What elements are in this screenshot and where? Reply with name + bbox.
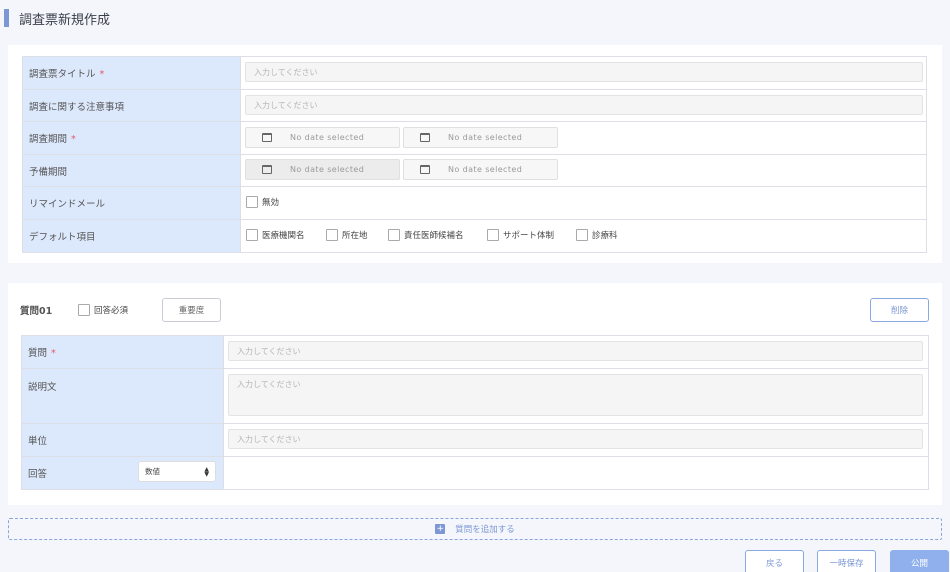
question-card: 質問01 回答必須 重要度 削除 質問 * 説明文 単位 回答 入力してください …	[8, 283, 942, 505]
calendar-icon	[262, 165, 272, 174]
checkbox-icon	[388, 229, 400, 241]
checkbox-icon	[326, 229, 338, 241]
survey-title-input[interactable]: 入力してください	[245, 62, 923, 82]
add-question-button[interactable]: + 質問を追加する	[8, 518, 942, 540]
reserve-end-date[interactable]: No date selected	[403, 159, 558, 180]
save-draft-button[interactable]: 一時保存	[817, 550, 876, 572]
importance-button[interactable]: 重要度	[162, 298, 221, 322]
calendar-icon	[420, 165, 430, 174]
period-start-date[interactable]: No date selected	[245, 127, 400, 148]
description-label: 説明文	[21, 368, 224, 424]
survey-settings-table: 調査票タイトル * 調査に関する注意事項 調査期間 * 予備期間 リマインドメール …	[22, 56, 927, 253]
question-number: 質問01	[20, 306, 53, 317]
checkbox-icon	[246, 229, 258, 241]
question-label: 質問 *	[21, 335, 224, 369]
default-item-checkbox[interactable]: 診療科	[576, 229, 618, 241]
publish-button[interactable]: 公開	[890, 550, 949, 572]
survey-settings-card: 調査票タイトル * 調査に関する注意事項 調査期間 * 予備期間 リマインドメール …	[8, 45, 942, 263]
calendar-icon	[262, 133, 272, 142]
default-item-checkbox[interactable]: サポート体制	[487, 229, 554, 241]
page-title-text: 調査票新規作成	[19, 12, 111, 28]
period-label: 調査期間 *	[22, 121, 241, 155]
default-item-checkbox[interactable]: 所在地	[326, 229, 368, 241]
answer-required-checkbox[interactable]: 回答必須	[78, 304, 128, 316]
unit-label: 単位	[21, 423, 224, 457]
notes-label: 調査に関する注意事項	[22, 89, 241, 122]
survey-notes-input[interactable]: 入力してください	[245, 95, 923, 115]
back-button[interactable]: 戻る	[745, 550, 804, 572]
period-end-date[interactable]: No date selected	[403, 127, 558, 148]
reminder-label: リマインドメール	[22, 186, 241, 220]
answer-type-select[interactable]: 数値 ▲ ▼	[138, 461, 216, 482]
select-arrows-icon: ▲ ▼	[204, 465, 209, 478]
question-input[interactable]: 入力してください	[228, 341, 923, 361]
title-accent-bar	[4, 9, 9, 27]
answer-cell	[223, 456, 929, 490]
checkbox-icon	[576, 229, 588, 241]
unit-input[interactable]: 入力してください	[228, 429, 923, 449]
default-item-checkbox[interactable]: 医療機関名	[246, 229, 305, 241]
title-label: 調査票タイトル *	[22, 56, 241, 90]
defaults-label: デフォルト項目	[22, 219, 241, 253]
reminder-disabled-checkbox[interactable]: 無効	[246, 196, 279, 208]
reserve-start-date[interactable]: No date selected	[245, 159, 400, 180]
reminder-cell	[240, 186, 927, 220]
checkbox-icon	[78, 304, 90, 316]
checkbox-icon	[246, 196, 258, 208]
default-item-checkbox[interactable]: 責任医師候補名	[388, 229, 464, 241]
reserve-period-label: 予備期間	[22, 154, 241, 187]
checkbox-icon	[487, 229, 499, 241]
description-textarea[interactable]: 入力してください	[228, 374, 923, 416]
delete-question-button[interactable]: 削除	[870, 298, 929, 322]
plus-icon: +	[435, 524, 446, 534]
page-title: 調査票新規作成	[4, 9, 111, 28]
calendar-icon	[420, 133, 430, 142]
